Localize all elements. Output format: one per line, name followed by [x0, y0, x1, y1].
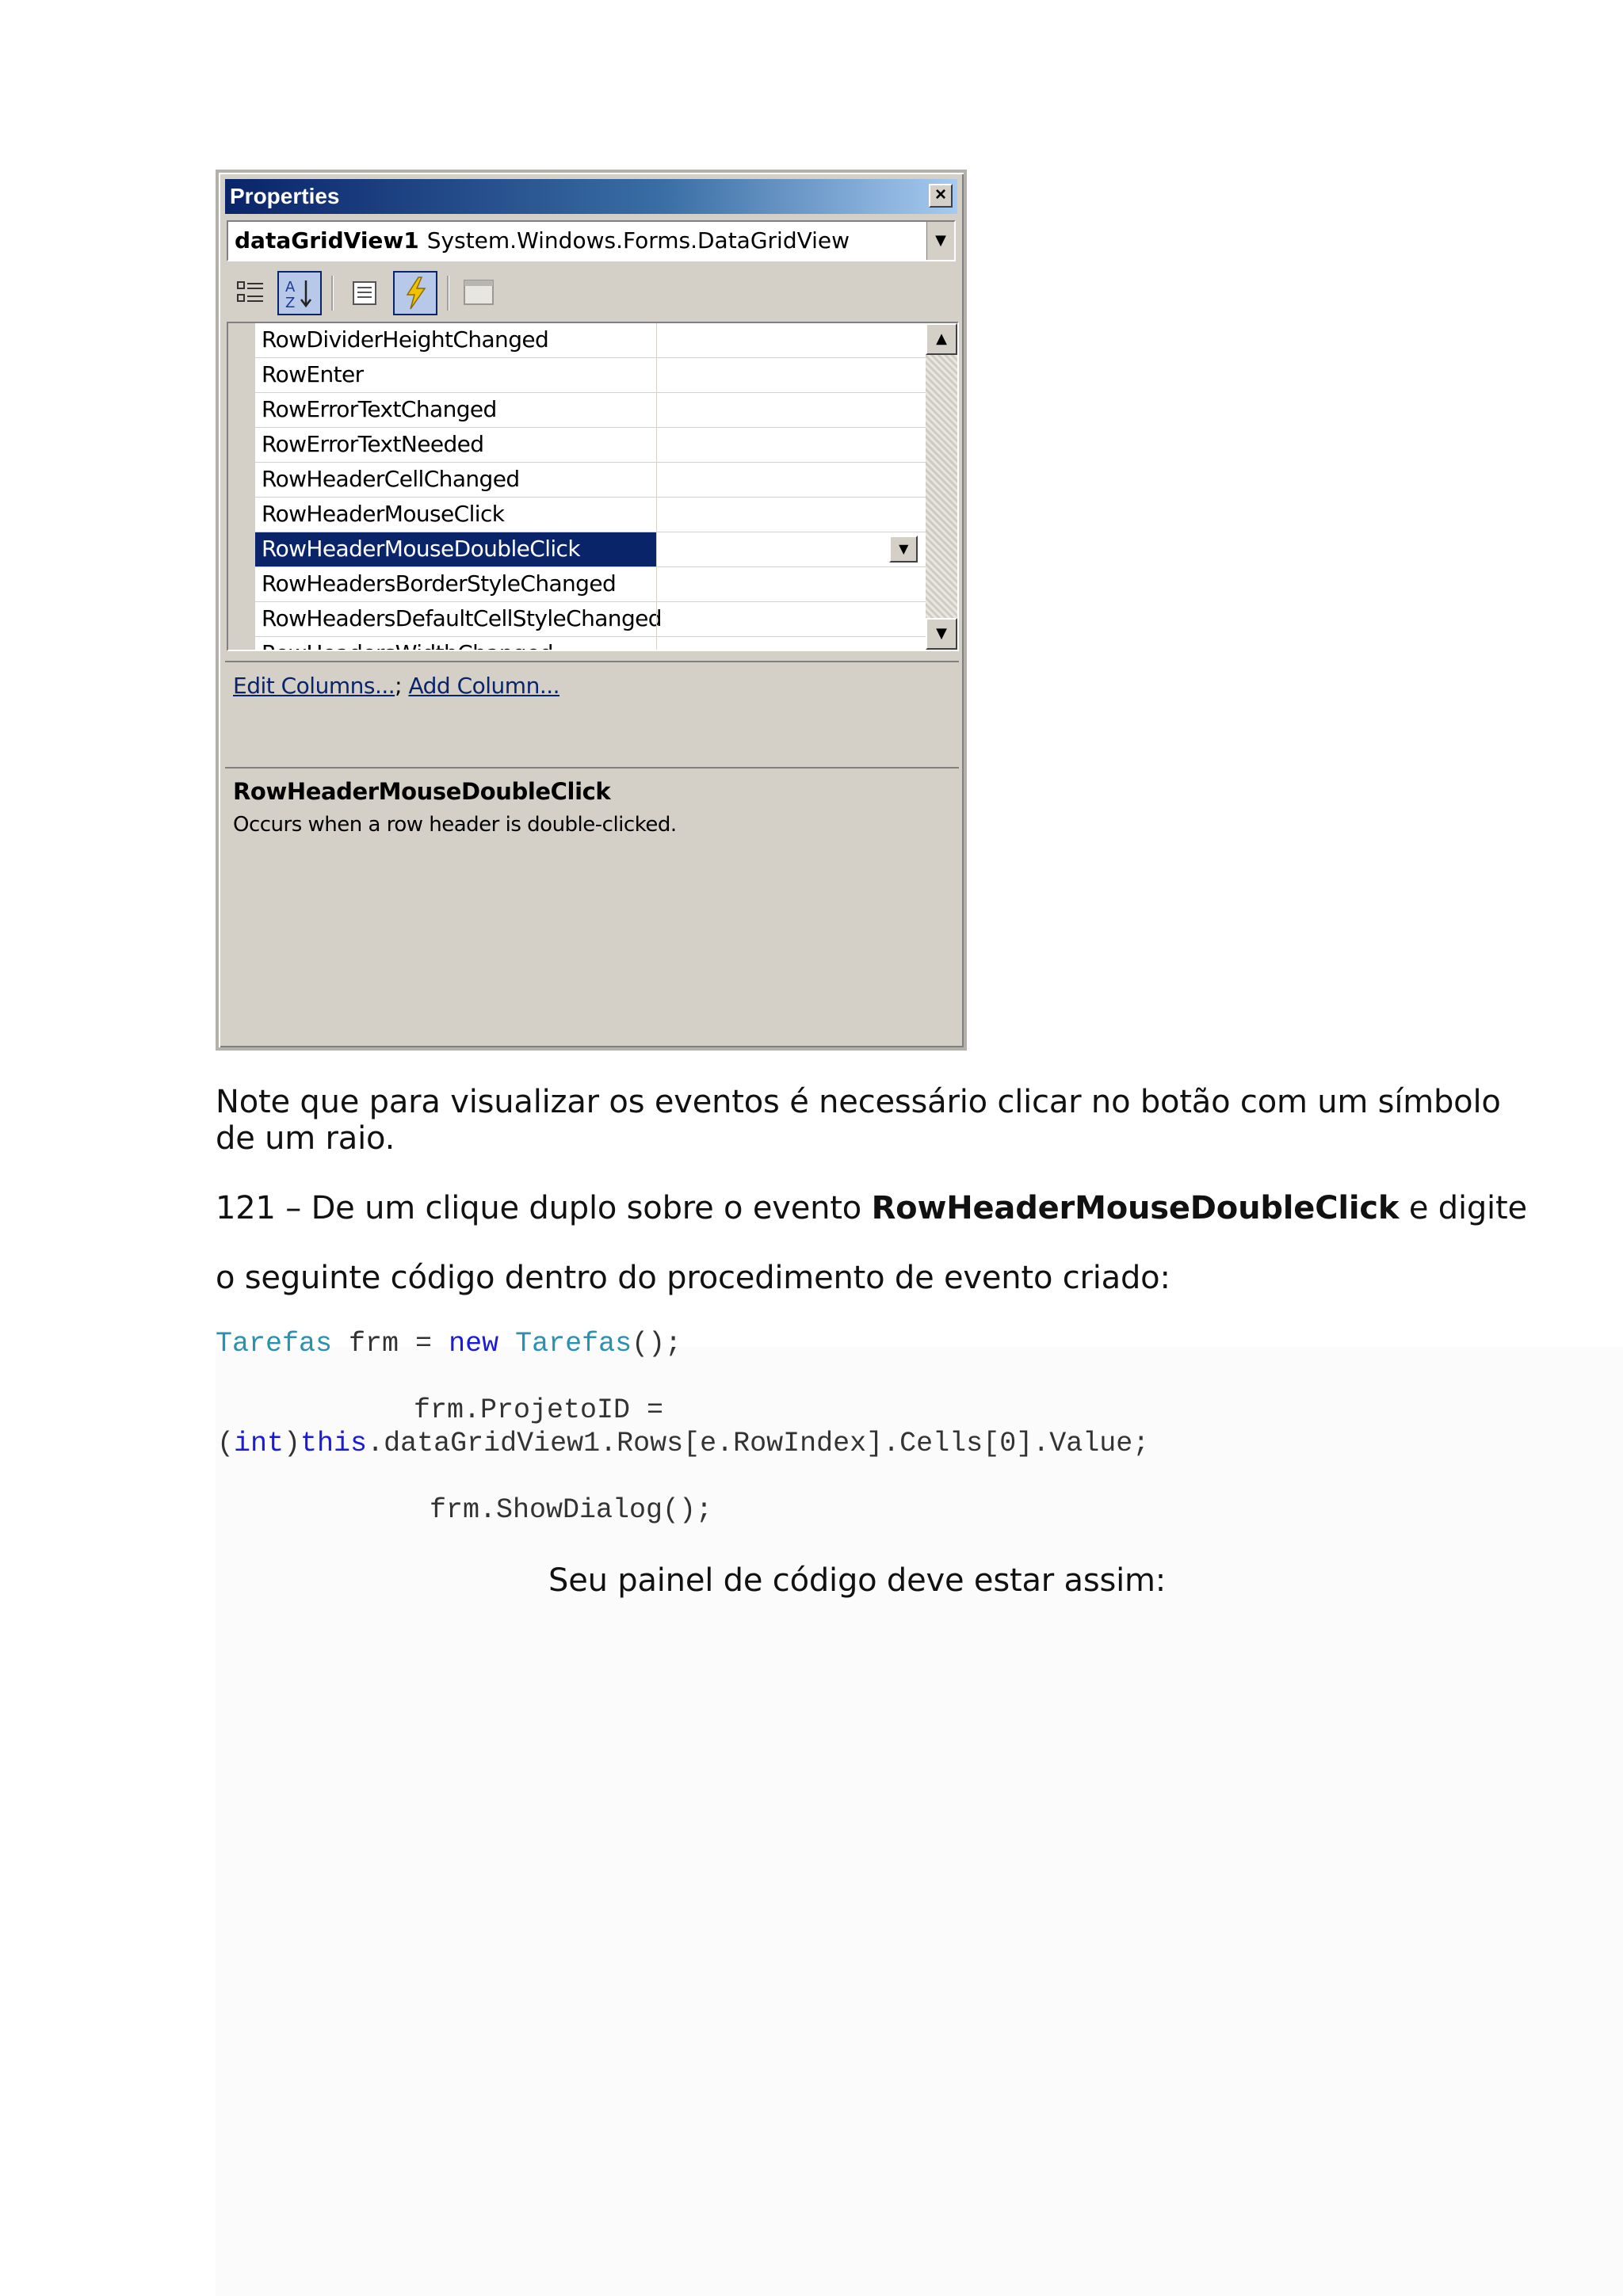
properties-titlebar[interactable]: Properties ×	[225, 179, 957, 214]
column-splitter	[656, 498, 657, 532]
description-text: Occurs when a row header is double-click…	[233, 813, 677, 837]
add-column-link[interactable]: Add Column...	[408, 673, 559, 699]
event-row[interactable]: RowHeaderMouseClick	[255, 498, 926, 532]
event-name: RowHeaderMouseClick	[262, 501, 505, 527]
properties-window: Properties × dataGridView1 System.Windows…	[216, 170, 967, 1051]
chevron-down-icon[interactable]: ▼	[889, 536, 918, 563]
step-event-name: RowHeaderMouseDoubleClick	[871, 1190, 1400, 1226]
svg-text:A: A	[285, 279, 296, 296]
code-type: Tarefas	[216, 1328, 333, 1360]
event-row[interactable]: RowHeadersDefaultCellStyleChanged	[255, 602, 926, 637]
column-splitter	[656, 532, 657, 567]
toolbar-separator	[447, 276, 449, 311]
event-row[interactable]: RowDividerHeightChanged	[255, 323, 926, 358]
column-splitter	[656, 637, 657, 650]
code-text: frm =	[332, 1328, 449, 1360]
step-suffix: e digite	[1399, 1190, 1527, 1226]
link-separator: ;	[395, 673, 403, 699]
code-type: Tarefas	[515, 1328, 632, 1360]
event-row[interactable]: RowEnter	[255, 358, 926, 393]
note-line-1: Note que para visualizar os eventos é ne…	[216, 1084, 1501, 1120]
column-splitter	[656, 393, 657, 428]
property-pages-icon[interactable]	[456, 271, 501, 315]
column-splitter	[656, 463, 657, 498]
code-line-4: frm.ShowDialog();	[430, 1494, 713, 1526]
object-name: dataGridView1	[235, 227, 419, 254]
event-name: RowDividerHeightChanged	[262, 326, 549, 353]
description-title: RowHeaderMouseDoubleClick	[233, 778, 611, 805]
event-name: RowEnter	[262, 361, 364, 387]
code-text: )	[284, 1428, 301, 1459]
event-name: RowErrorTextNeeded	[262, 431, 484, 457]
column-splitter	[656, 358, 657, 393]
properties-toolbar: AZ	[227, 266, 956, 320]
grid-gutter	[228, 323, 255, 650]
event-name: RowErrorTextChanged	[262, 396, 497, 422]
code-line-3: (int)this.dataGridView1.Rows[e.RowIndex]…	[217, 1428, 1149, 1459]
categorized-icon[interactable]	[228, 271, 273, 315]
column-splitter	[656, 602, 657, 637]
code-keyword: this	[300, 1428, 368, 1459]
vertical-scrollbar[interactable]: ▲ ▼	[926, 323, 957, 650]
edit-columns-link[interactable]: Edit Columns...	[233, 673, 395, 699]
window-title: Properties	[230, 184, 340, 208]
toolbar-separator	[331, 276, 334, 311]
column-splitter	[656, 567, 657, 602]
events-grid: RowDividerHeightChanged RowEnter RowErrorT…	[227, 322, 959, 651]
code-text: ();	[632, 1328, 682, 1360]
event-name: RowHeadersBorderStyleChanged	[262, 570, 617, 597]
event-name: RowHeadersWidthChanged	[262, 637, 553, 650]
step-prefix: 121 – De um clique duplo sobre o evento	[216, 1190, 872, 1226]
object-type: System.Windows.Forms.DataGridView	[426, 227, 850, 254]
event-row[interactable]: RowHeaderCellChanged	[255, 463, 926, 498]
close-icon[interactable]: ×	[929, 184, 953, 208]
event-row[interactable]: RowErrorTextChanged	[255, 393, 926, 428]
event-row[interactable]: RowHeadersWidthChanged	[255, 637, 926, 650]
closing-line: Seu painel de código deve estar assim:	[548, 1562, 1167, 1599]
event-name: RowHeaderMouseDoubleClick	[262, 536, 581, 562]
object-selector[interactable]: dataGridView1 System.Windows.Forms.DataGr…	[227, 220, 956, 261]
scroll-up-icon[interactable]: ▲	[926, 323, 957, 355]
code-text: .dataGridView1.Rows[e.RowIndex].Cells[0]…	[367, 1428, 1150, 1459]
code-text: (	[217, 1428, 235, 1459]
column-splitter	[656, 323, 657, 358]
note-line-2: de um raio.	[216, 1120, 395, 1157]
svg-text:Z: Z	[285, 295, 295, 311]
code-line-2: frm.ProjetoID =	[414, 1394, 664, 1426]
event-name: RowHeadersDefaultCellStyleChanged	[262, 605, 663, 631]
code-line-1: Tarefas frm = new Tarefas();	[216, 1328, 682, 1360]
commands-pane: Edit Columns...; Add Column...	[225, 661, 959, 764]
event-name: RowHeaderCellChanged	[262, 466, 520, 492]
scroll-down-icon[interactable]: ▼	[926, 618, 957, 650]
events-lightning-icon[interactable]	[393, 271, 437, 315]
properties-icon[interactable]	[342, 271, 387, 315]
event-row[interactable]: RowHeadersBorderStyleChanged	[255, 567, 926, 602]
code-keyword: new	[449, 1328, 499, 1360]
event-row[interactable]: RowErrorTextNeeded	[255, 428, 926, 463]
description-pane: RowHeaderMouseDoubleClick Occurs when a …	[225, 767, 959, 887]
page-shade	[216, 1347, 1623, 2296]
chevron-down-icon[interactable]: ▼	[926, 222, 954, 260]
step-121: 121 – De um clique duplo sobre o evento …	[216, 1190, 1527, 1226]
column-splitter	[656, 428, 657, 463]
step-line-2: o seguinte código dentro do procedimento…	[216, 1260, 1170, 1296]
alphabetical-icon[interactable]: AZ	[277, 271, 322, 315]
event-row[interactable]: RowHeaderMouseDoubleClick ▼	[255, 532, 926, 567]
code-keyword: int	[234, 1428, 285, 1459]
